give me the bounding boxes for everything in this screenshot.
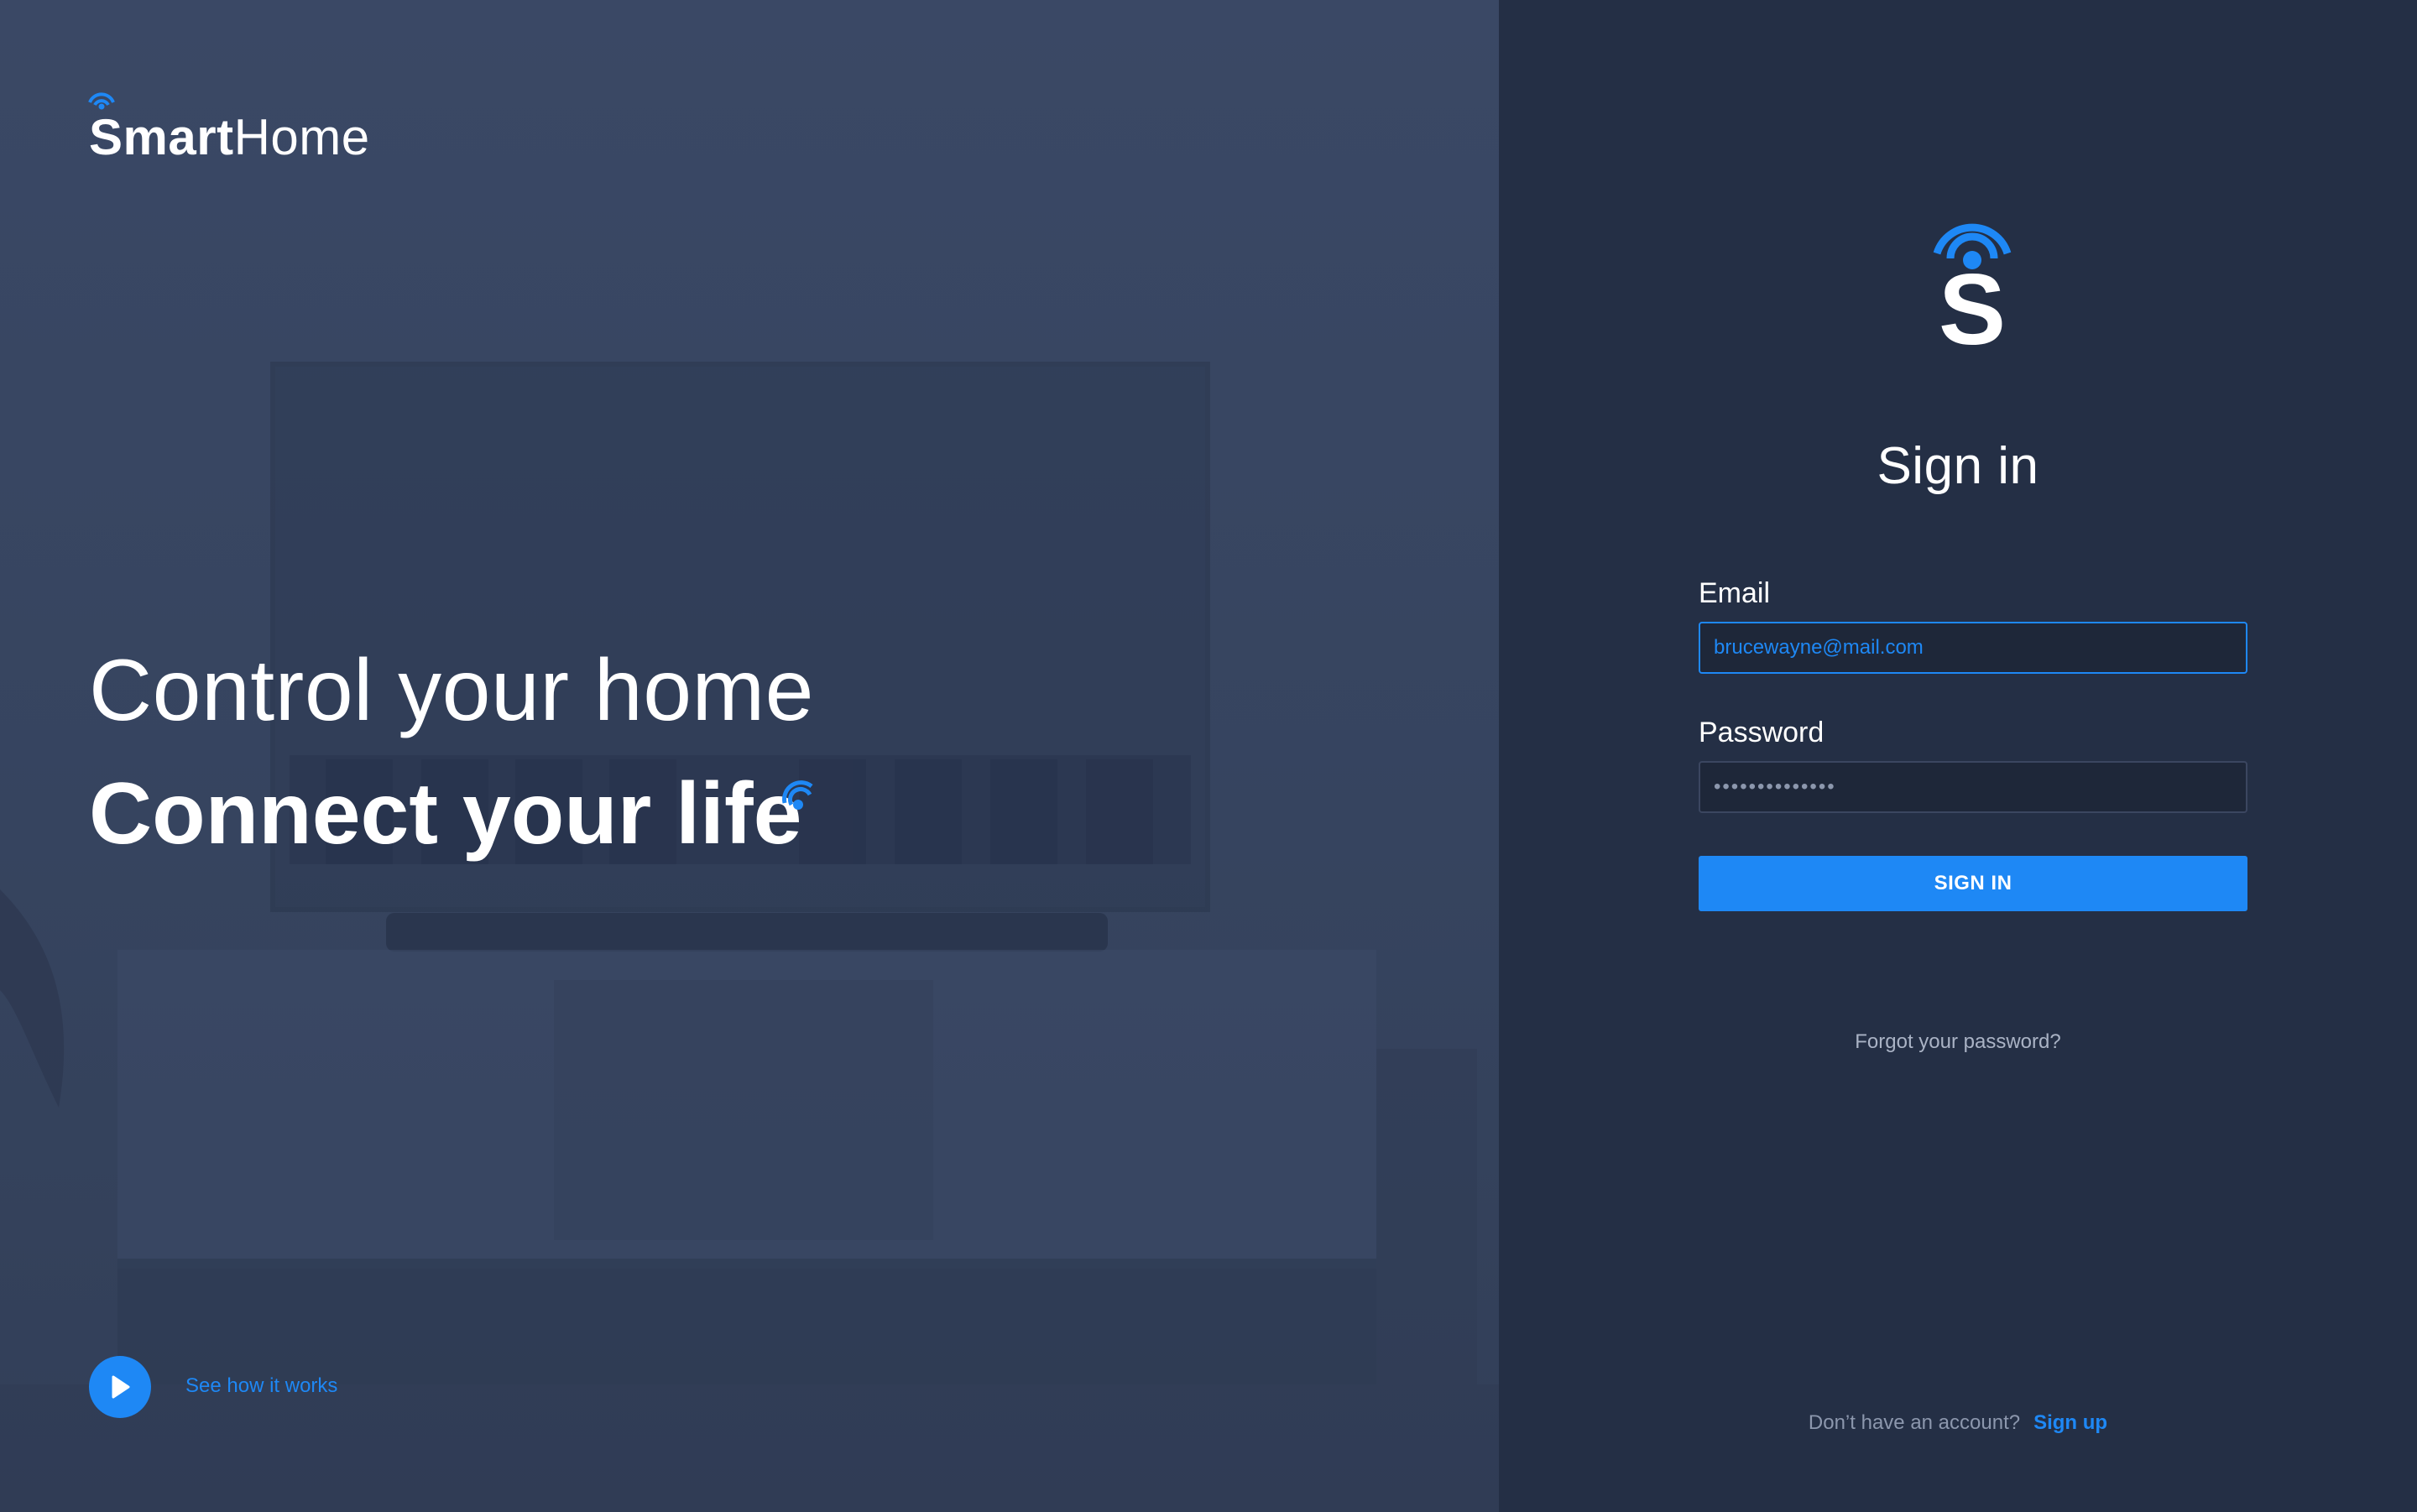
password-field[interactable]: [1699, 761, 2247, 813]
smarthome-logo[interactable]: Smart Home: [88, 92, 370, 166]
wifi-signal-icon: [782, 780, 813, 810]
wifi-signal-icon: [88, 92, 115, 110]
smarthome-brand-icon: S: [1933, 223, 2012, 351]
forgot-password-link[interactable]: Forgot your password?: [1499, 1030, 2417, 1054]
hero-subline: Connect your life: [89, 759, 813, 868]
hero-panel: Smart Home Control your home Connect you…: [0, 0, 1499, 1512]
email-field[interactable]: [1699, 622, 2247, 674]
hero-headline: Control your home: [89, 642, 815, 739]
play-video-button[interactable]: [89, 1356, 151, 1418]
hero-subline-text: Connect your life: [89, 765, 802, 863]
see-how-it-works-link[interactable]: See how it works: [185, 1374, 337, 1398]
signin-panel: S Sign in Email Password SIGN IN Forgot …: [1499, 0, 2417, 1512]
password-label: Password: [1699, 717, 1824, 748]
signin-title: Sign in: [1877, 437, 2039, 495]
signup-prompt: Don’t have an account?: [1808, 1411, 2021, 1434]
background-scene: [0, 362, 1499, 1512]
signup-row: Don’t have an account? Sign up: [1499, 1411, 2417, 1435]
svg-text:S: S: [1939, 253, 2006, 351]
sign-up-link[interactable]: Sign up: [2033, 1411, 2107, 1434]
logo-home-text: Home: [233, 109, 370, 165]
email-label: Email: [1699, 577, 1771, 609]
sign-in-button[interactable]: SIGN IN: [1699, 856, 2247, 911]
play-icon: [112, 1375, 130, 1399]
logo-smart-text: Smart: [89, 109, 234, 165]
